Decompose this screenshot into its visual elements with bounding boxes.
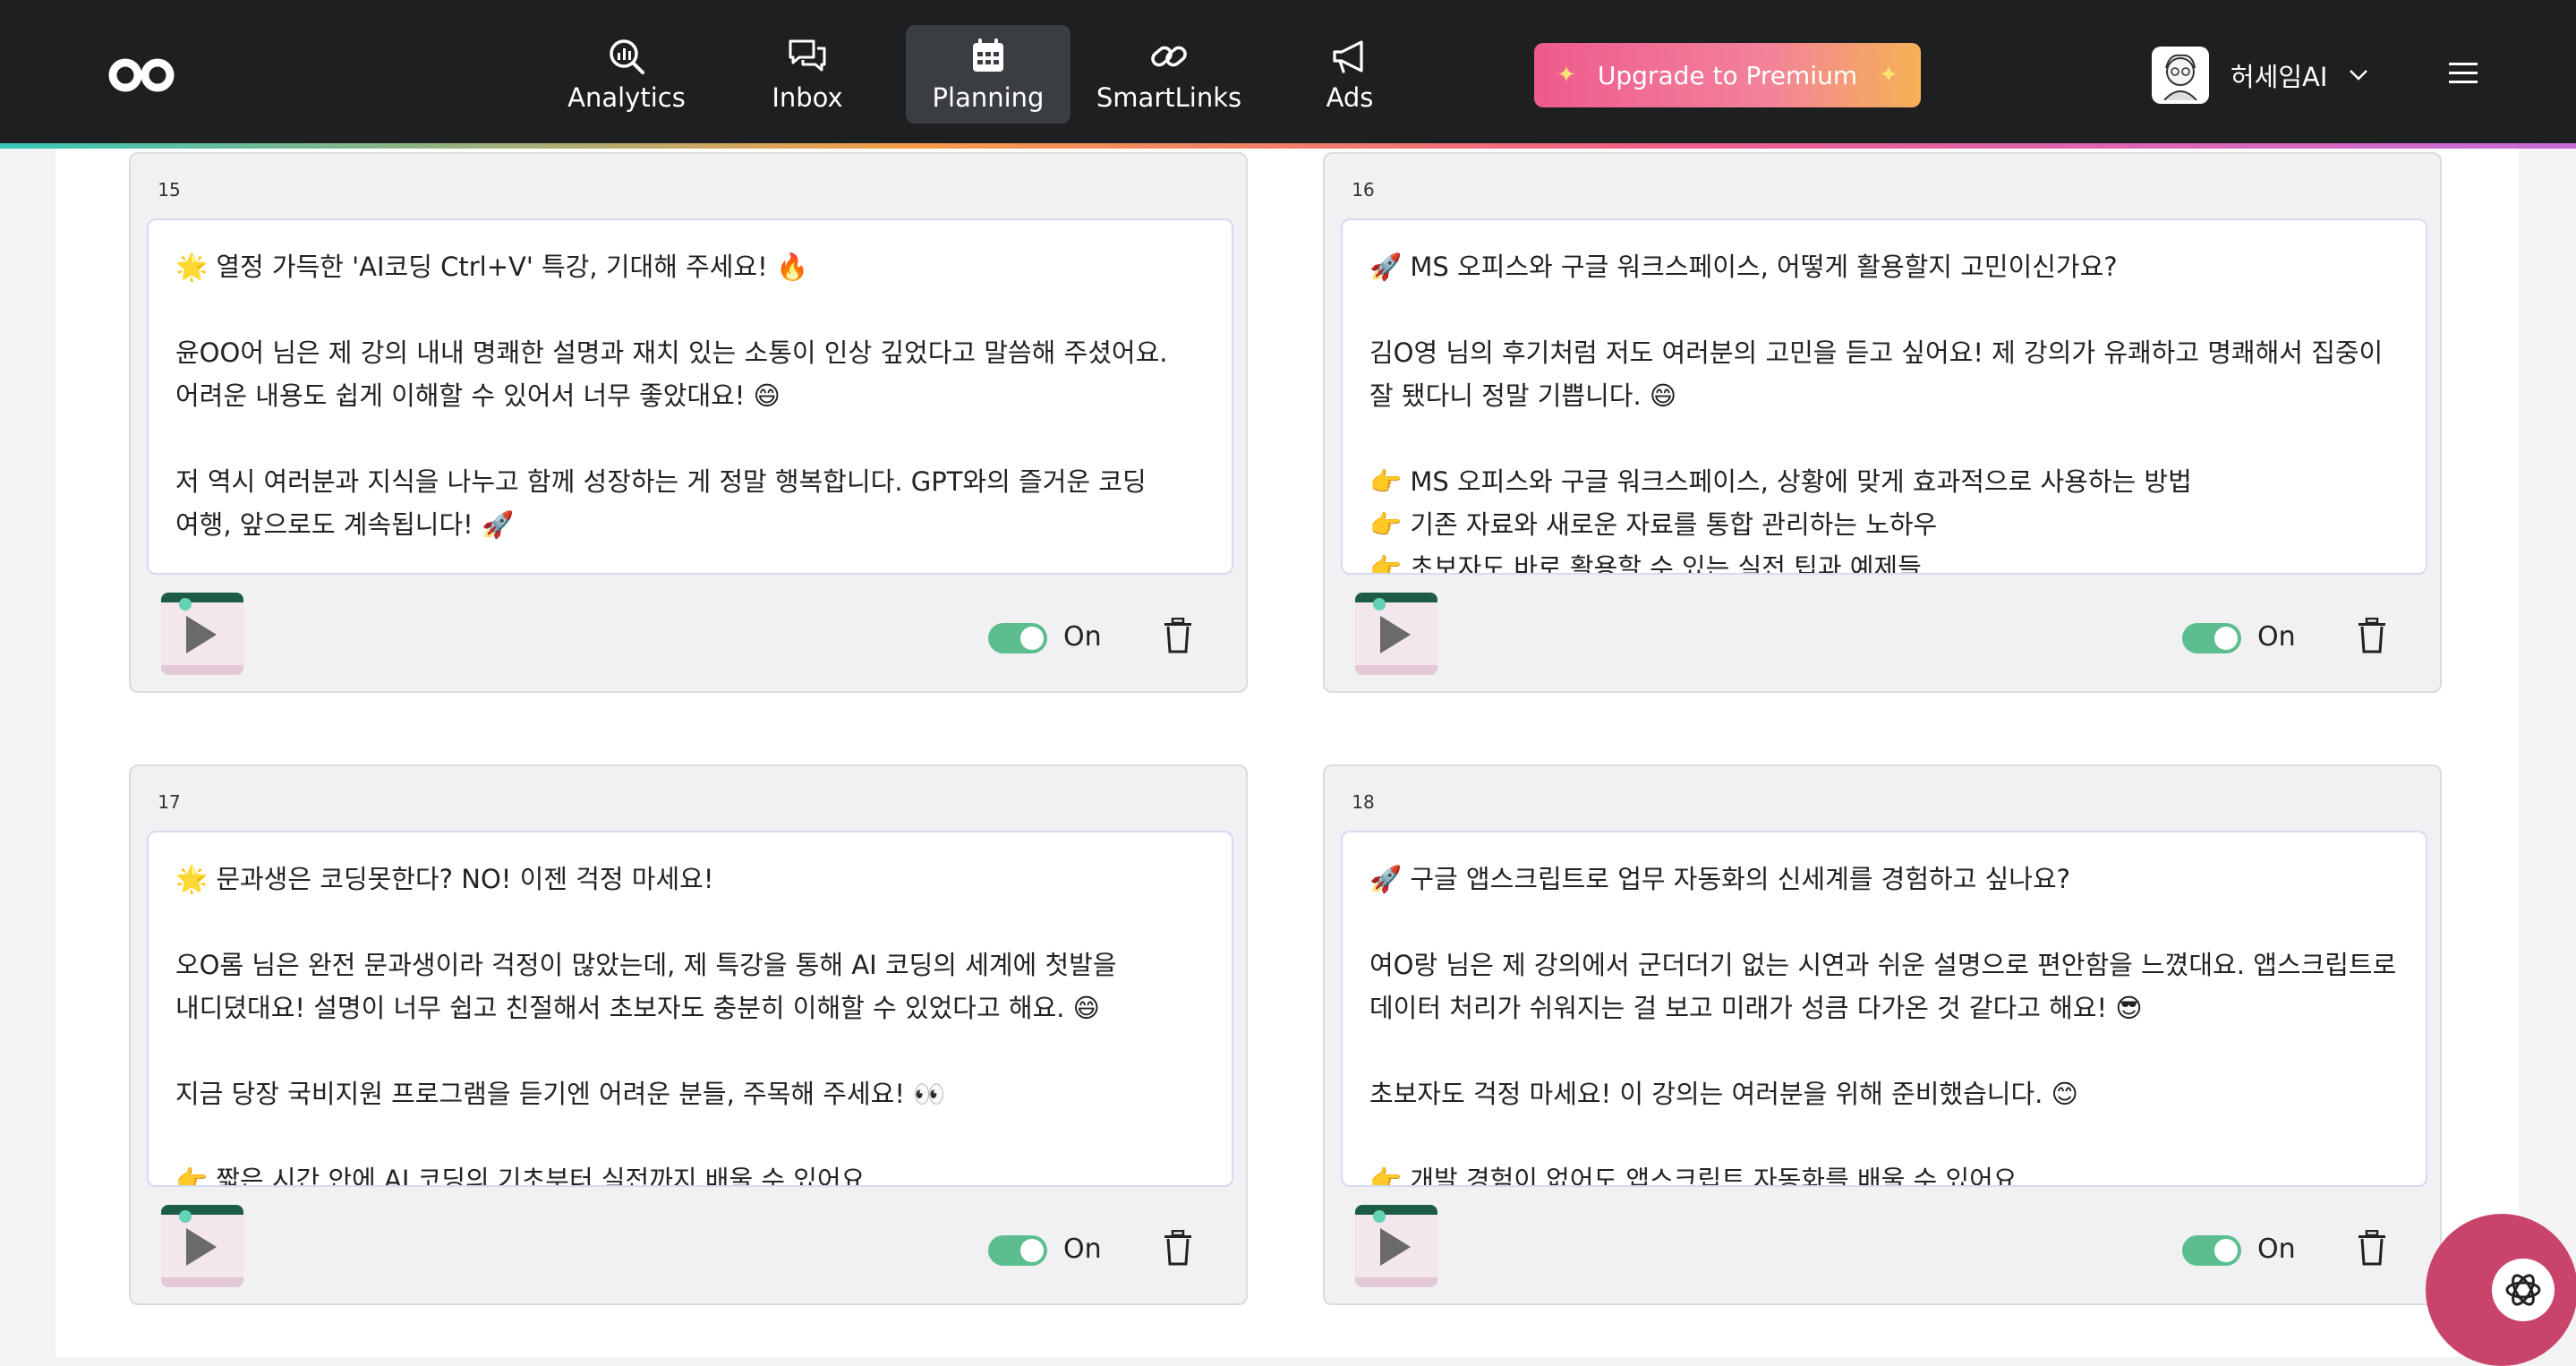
- chat-assistant-button[interactable]: [2426, 1214, 2576, 1366]
- upgrade-premium-button[interactable]: ✦ Upgrade to Premium ✦: [1534, 43, 1921, 107]
- post-text-editor[interactable]: 🌟 문과생은 코딩못한다? NO! 이젠 걱정 마세요! 오O롬 님은 완전 문…: [147, 831, 1233, 1187]
- nav-ads[interactable]: Ads: [1267, 25, 1432, 124]
- play-icon: [186, 1228, 217, 1266]
- trash-icon[interactable]: [2358, 1230, 2386, 1266]
- post-number: 15: [158, 179, 181, 201]
- play-icon: [1380, 1228, 1411, 1266]
- post-card: 15 🌟 열정 가득한 'AI코딩 Ctrl+V' 특강, 기대해 주세요! 🔥…: [129, 152, 1248, 693]
- post-text-editor[interactable]: 🚀 MS 오피스와 구글 워크스페이스, 어떻게 활용할지 고민이신가요? 김O…: [1341, 218, 2427, 575]
- post-card: 17 🌟 문과생은 코딩못한다? NO! 이젠 걱정 마세요! 오O롬 님은 완…: [129, 764, 1248, 1305]
- video-thumbnail[interactable]: [1355, 593, 1437, 675]
- nav-inbox[interactable]: Inbox: [725, 25, 890, 124]
- post-number: 18: [1352, 791, 1375, 813]
- post-number: 16: [1352, 179, 1375, 201]
- video-thumbnail[interactable]: [161, 593, 243, 675]
- toggle-state-label: On: [2257, 621, 2296, 653]
- link-icon: [1151, 46, 1187, 67]
- upgrade-premium-label: Upgrade to Premium: [1597, 60, 1858, 90]
- user-name: 허세임AI: [2231, 62, 2328, 92]
- nav-smartlinks[interactable]: SmartLinks: [1087, 25, 1251, 124]
- nav-planning[interactable]: Planning: [906, 25, 1070, 124]
- assistant-logo-icon: [2492, 1259, 2555, 1321]
- post-number: 17: [158, 791, 181, 813]
- app-logo-icon[interactable]: [107, 55, 175, 95]
- post-text-editor[interactable]: 🚀 구글 앱스크립트로 업무 자동화의 신세계를 경험하고 싶나요? 여O랑 님…: [1341, 831, 2427, 1187]
- nav-inbox-label: Inbox: [772, 82, 843, 113]
- chevron-down-icon: [2350, 70, 2368, 81]
- nav-smartlinks-label: SmartLinks: [1096, 82, 1242, 113]
- toggle-state-label: On: [1063, 1234, 1102, 1265]
- play-icon: [1380, 616, 1411, 653]
- post-active-toggle[interactable]: [988, 623, 1047, 653]
- calendar-icon: [973, 38, 1003, 72]
- post-card: 16 🚀 MS 오피스와 구글 워크스페이스, 어떻게 활용할지 고민이신가요?…: [1323, 152, 2442, 693]
- post-active-toggle[interactable]: [2182, 1235, 2241, 1266]
- nav-ads-label: Ads: [1326, 82, 1374, 113]
- toggle-state-label: On: [1063, 621, 1102, 653]
- chat-bubbles-icon: [789, 39, 826, 72]
- sparkle-icon: ✦: [1557, 62, 1576, 89]
- avatar: [2152, 47, 2209, 104]
- video-thumbnail[interactable]: [1355, 1205, 1437, 1287]
- nav-analytics-label: Analytics: [567, 82, 686, 113]
- sparkle-icon: ✦: [1879, 62, 1898, 89]
- status-dot: [179, 1210, 192, 1223]
- post-card: 18 🚀 구글 앱스크립트로 업무 자동화의 신세계를 경험하고 싶나요? 여O…: [1323, 764, 2442, 1305]
- post-active-toggle[interactable]: [2182, 623, 2241, 653]
- megaphone-icon: [1333, 40, 1363, 73]
- nav-planning-label: Planning: [932, 82, 1045, 113]
- hamburger-menu-icon[interactable]: [2449, 61, 2478, 86]
- nav-analytics[interactable]: Analytics: [544, 25, 709, 124]
- video-thumbnail[interactable]: [161, 1205, 243, 1287]
- avatar-illustration-icon: [2163, 54, 2197, 100]
- status-dot: [1373, 1210, 1386, 1223]
- post-text-editor[interactable]: 🌟 열정 가득한 'AI코딩 Ctrl+V' 특강, 기대해 주세요! 🔥 윤O…: [147, 218, 1233, 575]
- analytics-search-icon: [610, 39, 644, 74]
- status-dot: [1373, 598, 1386, 610]
- trash-icon[interactable]: [1164, 618, 1192, 653]
- top-nav-bar: Analytics Inbox Planning SmartLinks Ads …: [0, 0, 2576, 143]
- play-icon: [186, 616, 217, 653]
- trash-icon[interactable]: [2358, 618, 2386, 653]
- trash-icon[interactable]: [1164, 1230, 1192, 1266]
- user-menu[interactable]: 허세임AI: [2152, 45, 2368, 106]
- status-dot: [179, 598, 192, 610]
- post-active-toggle[interactable]: [988, 1235, 1047, 1266]
- openai-knot-icon: [2505, 1274, 2541, 1306]
- toggle-state-label: On: [2257, 1234, 2296, 1265]
